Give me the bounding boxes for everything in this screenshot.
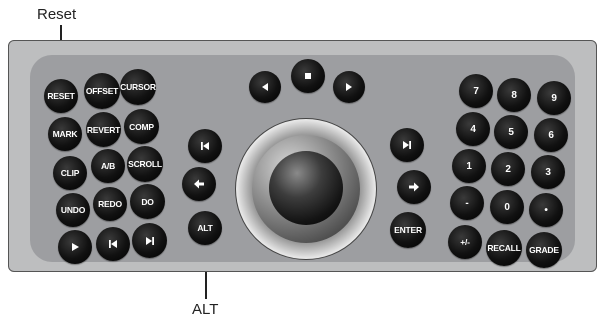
numpad-2-button[interactable]: 2	[491, 152, 525, 186]
numpad-7-label: 7	[473, 85, 479, 97]
triangle-right-icon	[346, 83, 352, 91]
skip-next-icon	[403, 141, 411, 149]
ab-button[interactable]: A/B	[91, 149, 125, 183]
numpad-6-label: 6	[548, 129, 554, 141]
play-button[interactable]	[58, 230, 92, 264]
do-button-label: DO	[141, 196, 154, 207]
numpad-8-label: 8	[511, 89, 517, 101]
skip-next-side-button[interactable]	[390, 128, 424, 162]
alt-button[interactable]: ALT	[188, 211, 222, 245]
numpad-9-label: 9	[551, 92, 557, 104]
skip-previous-button[interactable]	[96, 227, 130, 261]
plus-minus-button[interactable]: +/-	[448, 225, 482, 259]
plus-minus-label: +/-	[460, 237, 470, 247]
numpad-5-button[interactable]: 5	[494, 115, 528, 149]
play-icon	[72, 243, 79, 251]
triangle-left-icon	[262, 83, 268, 91]
numpad-1-button[interactable]: 1	[452, 149, 486, 183]
numpad-8-button[interactable]: 8	[497, 78, 531, 112]
skip-next-button[interactable]	[132, 223, 167, 258]
numpad-0-label: 0	[504, 201, 510, 213]
arrow-right-icon	[409, 182, 419, 192]
enter-button-label: ENTER	[394, 225, 422, 235]
enter-button[interactable]: ENTER	[390, 212, 426, 248]
offset-button-label: OFFSET	[85, 86, 119, 96]
numpad-9-button[interactable]: 9	[537, 81, 571, 115]
numpad-3-button[interactable]: 3	[531, 155, 565, 189]
numpad-7-button[interactable]: 7	[459, 74, 493, 108]
offset-button[interactable]: OFFSET	[84, 73, 120, 109]
mark-button[interactable]: MARK	[48, 117, 82, 151]
trackball[interactable]	[269, 151, 343, 225]
ab-button-label: A/B	[100, 161, 116, 171]
skip-next-icon	[145, 236, 154, 245]
skip-previous-icon	[109, 240, 117, 248]
undo-button-label: UNDO	[60, 205, 86, 215]
numpad-dot-label: •	[544, 204, 548, 216]
grade-button-label: GRADE	[529, 245, 559, 255]
skip-previous-icon	[201, 142, 209, 150]
skip-previous-side-button[interactable]	[188, 129, 222, 163]
clip-button-label: CLIP	[60, 168, 80, 178]
numpad-minus-button[interactable]: -	[450, 186, 484, 220]
numpad-minus-label: -	[465, 197, 469, 209]
alt-button-label: ALT	[197, 223, 213, 233]
stop-button[interactable]	[291, 59, 325, 93]
revert-button-label: REVERT	[86, 124, 121, 135]
numpad-5-label: 5	[508, 126, 514, 138]
numpad-dot-button[interactable]: •	[529, 193, 563, 227]
recall-button[interactable]: RECALL	[486, 230, 522, 266]
grade-button[interactable]: GRADE	[526, 232, 562, 268]
numpad-4-label: 4	[470, 123, 476, 135]
clip-button[interactable]: CLIP	[53, 156, 87, 190]
mark-button-label: MARK	[52, 129, 78, 139]
do-button[interactable]: DO	[130, 184, 165, 219]
arrow-right-button[interactable]	[397, 170, 431, 204]
scroll-button[interactable]: SCROLL	[127, 146, 163, 182]
reset-button[interactable]: RESET	[44, 79, 78, 113]
undo-button[interactable]: UNDO	[56, 193, 90, 227]
cursor-button-label: CURSOR	[120, 82, 156, 92]
next-button[interactable]	[333, 71, 365, 103]
reset-button-label: RESET	[47, 91, 75, 101]
reset-callout-label: Reset	[37, 6, 77, 23]
numpad-6-button[interactable]: 6	[534, 118, 568, 152]
arrow-left-button[interactable]	[182, 167, 216, 201]
redo-button-label: REDO	[98, 199, 122, 209]
numpad-1-label: 1	[466, 160, 472, 172]
redo-button[interactable]: REDO	[93, 187, 127, 221]
revert-button[interactable]: REVERT	[86, 112, 121, 147]
previous-button[interactable]	[249, 71, 281, 103]
comp-button[interactable]: COMP	[124, 109, 159, 144]
numpad-4-button[interactable]: 4	[456, 112, 490, 146]
arrow-left-icon	[194, 179, 204, 189]
scroll-button-label: SCROLL	[128, 159, 162, 169]
cursor-button[interactable]: CURSOR	[120, 69, 156, 105]
recall-button-label: RECALL	[487, 243, 521, 253]
comp-button-label: COMP	[129, 121, 154, 132]
stop-icon	[305, 73, 311, 79]
numpad-2-label: 2	[505, 163, 511, 175]
numpad-0-button[interactable]: 0	[490, 190, 524, 224]
alt-callout-label: ALT	[192, 301, 219, 318]
numpad-3-label: 3	[545, 166, 551, 178]
